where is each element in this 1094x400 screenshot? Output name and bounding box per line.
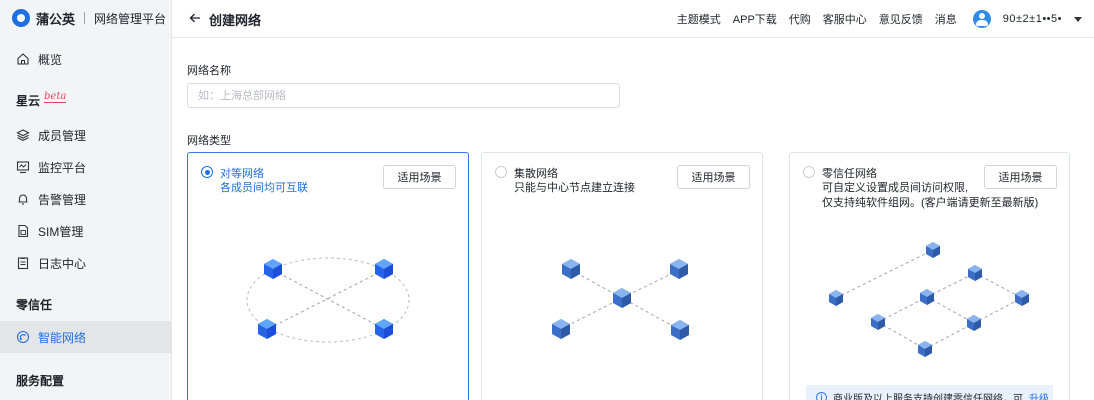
beta-badge: beta bbox=[44, 91, 67, 103]
brand-logo-icon bbox=[12, 9, 30, 27]
brand-divider bbox=[84, 12, 86, 24]
brand-subtitle: 网络管理平台 bbox=[94, 11, 167, 26]
sidebar-item-label: SIM管理 bbox=[38, 224, 84, 239]
network-type-card-zero-trust[interactable]: 零信任网络 可自定义设置成员间访问权限, 仅支持纯软件组网。(客户端请更新至最新… bbox=[789, 152, 1070, 400]
bell-icon bbox=[18, 194, 28, 205]
zero-trust-network-diagram bbox=[829, 242, 1029, 357]
sidebar-item-alerts[interactable]: 告警管理 bbox=[0, 183, 172, 215]
feedback-link[interactable]: 意见反馈 bbox=[879, 11, 923, 27]
node-icon bbox=[967, 315, 981, 331]
top-header: 创建网络 主题模式 APP下载 代购 客服中心 意见反馈 消息 90±2±1••… bbox=[172, 0, 1094, 38]
theme-mode-link[interactable]: 主题模式 bbox=[677, 11, 721, 27]
support-center-link[interactable]: 客服中心 bbox=[823, 11, 867, 27]
info-icon: i bbox=[816, 391, 827, 400]
brand-name: 蒲公英 bbox=[36, 11, 76, 27]
node-icon bbox=[562, 259, 580, 279]
messages-link[interactable]: 消息 bbox=[935, 11, 957, 27]
sidebar-item-logs[interactable]: 日志中心 bbox=[0, 247, 172, 279]
sidebar-item-label: 监控平台 bbox=[38, 160, 87, 175]
sidebar-item-label: 告警管理 bbox=[38, 192, 87, 207]
network-type-card-peer[interactable]: 对等网络 各成员间均可互联 适用场景 bbox=[187, 152, 469, 400]
hub-node-icon bbox=[613, 288, 631, 308]
sidebar-item-label: 日志中心 bbox=[38, 256, 87, 271]
sidebar-item-overview[interactable]: 概览 bbox=[0, 43, 172, 75]
notice-text: 商业版及以上服务支持创建零信任网络，可 bbox=[833, 393, 1023, 400]
brand[interactable]: 蒲公英 网络管理平台 bbox=[0, 0, 171, 36]
log-icon bbox=[17, 257, 29, 270]
node-icon bbox=[926, 242, 940, 258]
network-name-input[interactable] bbox=[187, 83, 620, 108]
section-zero-trust: 零信任 bbox=[16, 298, 53, 312]
upgrade-notice: i 商业版及以上服务支持创建零信任网络，可 升级 bbox=[806, 385, 1053, 400]
sim-icon bbox=[18, 224, 29, 238]
app-download-link[interactable]: APP下载 bbox=[733, 11, 777, 27]
node-icon bbox=[918, 341, 932, 357]
node-icon bbox=[871, 314, 885, 330]
sidebar-item-label: 智能网络 bbox=[38, 330, 87, 345]
node-icon bbox=[968, 265, 982, 281]
home-icon bbox=[17, 53, 29, 65]
network-type-card-hub[interactable]: 集散网络 只能与中心节点建立连接 适用场景 bbox=[481, 152, 763, 400]
top-links: 主题模式 APP下载 代购 客服中心 意见反馈 消息 90±2±1••5• bbox=[677, 0, 1082, 38]
back-arrow-icon[interactable] bbox=[188, 11, 202, 25]
node-icon bbox=[375, 259, 393, 279]
purchase-link[interactable]: 代购 bbox=[789, 11, 811, 27]
sidebar-item-members[interactable]: 成员管理 bbox=[0, 119, 172, 151]
section-xingyun: 星云 beta bbox=[16, 91, 67, 109]
node-icon bbox=[671, 320, 689, 340]
node-icon bbox=[829, 290, 843, 306]
network-type-label: 网络类型 bbox=[187, 135, 231, 147]
monitor-icon bbox=[16, 161, 30, 174]
node-icon bbox=[375, 319, 393, 339]
layers-icon bbox=[16, 129, 30, 142]
node-icon bbox=[670, 259, 688, 279]
section-service-config: 服务配置 bbox=[16, 374, 65, 388]
sidebar-item-sim[interactable]: SIM管理 bbox=[0, 215, 172, 247]
page-title: 创建网络 bbox=[209, 13, 262, 28]
username[interactable]: 90±2±1••5• bbox=[1003, 13, 1062, 25]
smart-network-icon bbox=[16, 330, 30, 344]
sidebar-item-monitor[interactable]: 监控平台 bbox=[0, 151, 172, 183]
sidebar-item-label: 成员管理 bbox=[38, 128, 87, 143]
network-name-label: 网络名称 bbox=[187, 65, 231, 77]
user-avatar[interactable] bbox=[972, 10, 991, 28]
sidebar-item-smart-network[interactable]: 智能网络 bbox=[0, 321, 172, 353]
section-xingyun-label: 星云 bbox=[16, 94, 41, 108]
hub-network-diagram bbox=[552, 259, 689, 340]
node-icon bbox=[264, 259, 282, 279]
sidebar-item-label: 概览 bbox=[38, 52, 63, 67]
node-icon bbox=[920, 289, 934, 305]
node-icon bbox=[258, 319, 276, 339]
upgrade-link[interactable]: 升级 bbox=[1029, 390, 1049, 400]
node-icon bbox=[552, 319, 570, 339]
main-content: 网络名称 网络类型 对等网络 各成员间均可互联 适用场景 集散网络 只能与中心节… bbox=[172, 38, 1094, 400]
node-icon bbox=[1015, 290, 1029, 306]
chevron-down-icon[interactable] bbox=[1074, 16, 1082, 22]
peer-network-diagram bbox=[246, 257, 410, 343]
sidebar: 蒲公英 网络管理平台 概览 星云 beta 成员管理 监控平台 告警管理 SIM管… bbox=[0, 0, 172, 400]
